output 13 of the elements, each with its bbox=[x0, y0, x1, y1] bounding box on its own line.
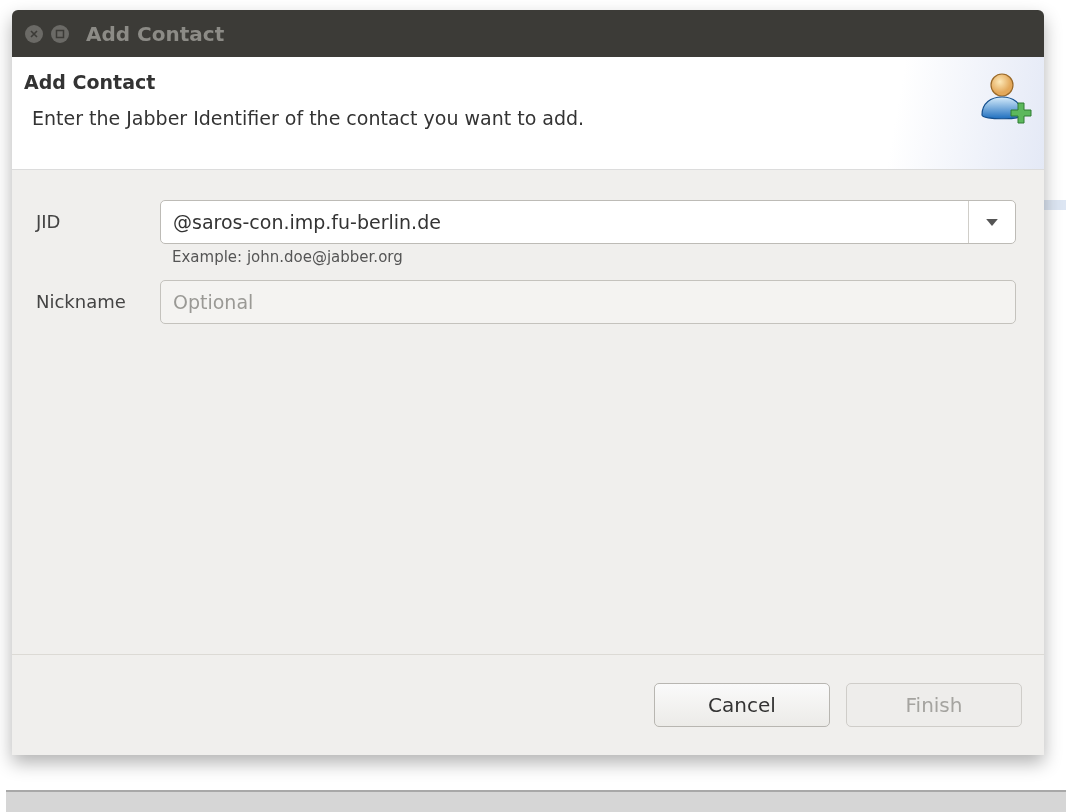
add-user-icon bbox=[978, 71, 1034, 127]
page-description: Enter the Jabber Identifier of the contact you want to add. bbox=[31, 107, 585, 129]
jid-combo-box[interactable]: @saros-con.imp.fu-berlin.de bbox=[160, 200, 1016, 244]
dialog-button[interactable]: Cancel bbox=[654, 683, 830, 727]
field-label: JID bbox=[36, 210, 62, 234]
nickname-field[interactable]: Optional bbox=[160, 280, 1016, 324]
caret-icon[interactable] bbox=[986, 218, 998, 226]
window-title: Add Contact bbox=[86, 21, 225, 46]
close-icon[interactable] bbox=[24, 23, 44, 44]
maximize-icon[interactable] bbox=[50, 23, 70, 44]
page-title: Add Contact bbox=[24, 71, 157, 93]
field-hint: Example: john.doe@jabber.org bbox=[171, 248, 404, 266]
field-label: Nickname bbox=[36, 290, 127, 314]
